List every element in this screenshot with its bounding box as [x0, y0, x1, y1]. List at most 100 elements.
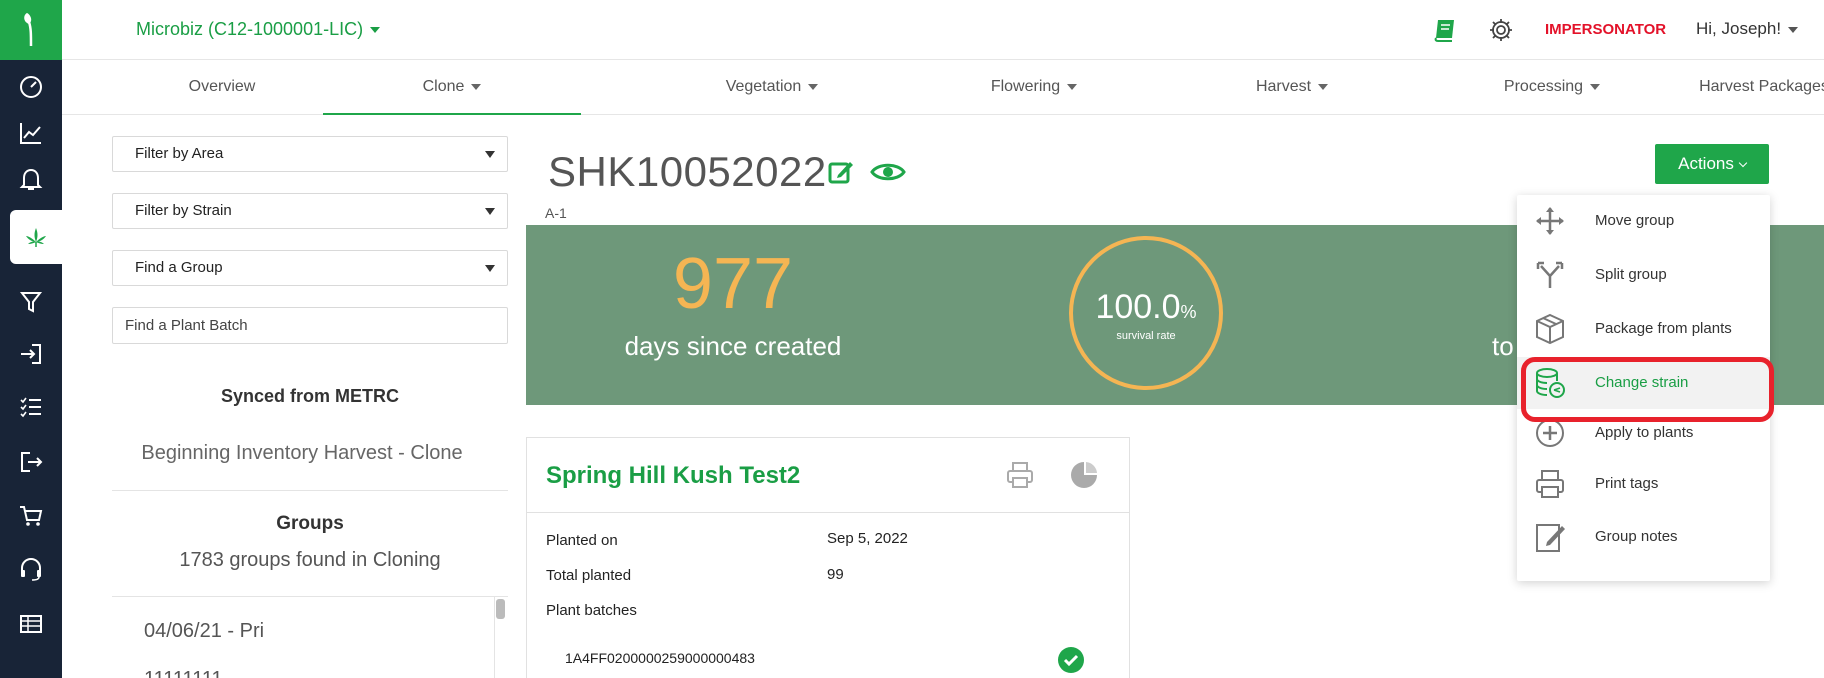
menu-item-package-from-plants[interactable]: Package from plants	[1517, 303, 1770, 355]
synced-title: Synced from METRC	[220, 386, 400, 406]
check-circle-icon	[1058, 647, 1084, 673]
tab-harvest[interactable]: Harvest	[1162, 60, 1422, 115]
tab-flowering[interactable]: Flowering	[904, 60, 1164, 115]
tab-processing[interactable]: Processing	[1422, 60, 1682, 115]
group-list: 04/06/21 - Pri 11111111	[112, 596, 508, 678]
gear-icon[interactable]	[1488, 17, 1514, 43]
user-menu[interactable]: Hi, Joseph!	[1696, 19, 1799, 39]
menu-item-label: Apply to plants	[1595, 424, 1694, 441]
notes-icon	[1536, 524, 1565, 552]
impersonator-badge: IMPERSONATOR	[1545, 21, 1667, 38]
top-bar: Microbiz (C12-1000001-LIC) IMPERSONATOR …	[62, 0, 1824, 60]
tab-label: Harvest	[1255, 78, 1312, 95]
rail-notifications[interactable]	[0, 152, 62, 206]
funnel-icon	[19, 292, 43, 313]
eye-icon[interactable]	[870, 160, 906, 184]
filter-strain-label: Filter by Strain	[135, 202, 232, 219]
app-root: Microbiz (C12-1000001-LIC) IMPERSONATOR …	[0, 0, 1824, 678]
tab-label: Overview	[188, 78, 256, 95]
bell-icon	[19, 168, 43, 190]
actions-label: Actions	[1678, 154, 1734, 173]
app-logo[interactable]	[0, 0, 62, 60]
filter-area-label: Filter by Area	[135, 145, 224, 162]
left-nav-rail	[0, 0, 62, 678]
list-item[interactable]: 04/06/21 - Pri	[144, 620, 264, 643]
rail-cultivation[interactable]	[10, 210, 62, 264]
chevron-down-icon	[1318, 83, 1329, 90]
menu-item-apply-to-plants[interactable]: Apply to plants	[1517, 407, 1770, 459]
plant-batch-id[interactable]: 1A4FF0200000259000000483	[565, 650, 755, 666]
org-label: Microbiz (C12-1000001-LIC)	[136, 19, 364, 39]
rail-import[interactable]	[0, 327, 62, 381]
survival-rate-ring: 100.0% survival rate	[1069, 236, 1223, 390]
page-title: SHK10052022	[548, 148, 827, 195]
tab-clone[interactable]: Clone	[323, 60, 581, 115]
find-plant-batch-input[interactable]	[112, 307, 508, 344]
book-icon[interactable]	[1432, 17, 1458, 43]
planted-on-value: Sep 5, 2022	[827, 530, 908, 547]
dashboard-gauge-icon	[20, 76, 42, 98]
menu-item-label: Move group	[1595, 212, 1675, 229]
menu-item-label: Group notes	[1595, 528, 1678, 545]
days-since-created-label: days since created	[624, 331, 842, 361]
pie-chart-icon[interactable]	[1069, 460, 1099, 490]
groups-title: Groups	[276, 513, 344, 534]
change-strain-icon	[1536, 368, 1565, 398]
menu-item-group-notes[interactable]: Group notes	[1517, 511, 1770, 563]
rail-reports[interactable]	[0, 597, 62, 651]
chevron-down-icon	[808, 83, 819, 90]
survival-rate-value: 100.0%	[1073, 288, 1219, 327]
rail-export[interactable]	[0, 435, 62, 489]
rail-filter[interactable]	[0, 275, 62, 329]
tab-label: Harvest Packages	[1699, 78, 1824, 95]
strain-name[interactable]: Spring Hill Kush Test2	[546, 462, 800, 490]
sign-out-icon	[21, 452, 43, 472]
chevron-down-icon	[370, 27, 381, 34]
strain-card: Spring Hill Kush Test2 Planted on Sep 5,…	[526, 437, 1130, 678]
chevron-down-icon	[471, 83, 482, 90]
printer-icon[interactable]	[1005, 460, 1035, 490]
filter-strain-select[interactable]: Filter by Strain	[112, 193, 508, 229]
tab-harvest-packages[interactable]: Harvest Packages	[1684, 60, 1824, 115]
rail-tasks[interactable]	[0, 380, 62, 434]
tab-label: Flowering	[990, 78, 1061, 95]
chevron-down-icon	[1788, 26, 1799, 33]
org-selector[interactable]: Microbiz (C12-1000001-LIC)	[136, 19, 381, 40]
cart-icon	[20, 506, 43, 526]
survival-unit: %	[1180, 302, 1197, 322]
menu-item-move-group[interactable]: Move group	[1517, 195, 1770, 247]
find-group-select[interactable]: Find a Group	[112, 250, 508, 286]
filter-area-select[interactable]: Filter by Area	[112, 136, 508, 172]
scrollbar-thumb[interactable]	[496, 599, 505, 619]
total-planted-value: 99	[827, 566, 844, 583]
menu-item-label: Split group	[1595, 266, 1667, 283]
plant-batches-label: Plant batches	[546, 602, 637, 619]
sign-in-icon	[21, 344, 41, 364]
tab-overview[interactable]: Overview	[122, 60, 322, 115]
chevron-down-icon	[1738, 158, 1748, 168]
printer-icon	[1536, 470, 1564, 498]
tab-vegetation[interactable]: Vegetation	[642, 60, 902, 115]
menu-item-change-strain[interactable]: Change strain	[1517, 357, 1770, 409]
actions-button[interactable]: Actions	[1655, 144, 1769, 184]
menu-item-split-group[interactable]: Split group	[1517, 249, 1770, 301]
survival-rate-label: survival rate	[1116, 330, 1176, 342]
rail-sales[interactable]	[0, 489, 62, 543]
plus-circle-icon	[1536, 419, 1564, 447]
days-since-created-value: 977	[672, 244, 794, 324]
group-area: A-1	[545, 205, 567, 221]
edit-icon[interactable]	[827, 158, 855, 186]
checklist-icon	[20, 397, 41, 418]
rail-support[interactable]	[0, 542, 62, 596]
list-item[interactable]: 11111111	[144, 668, 223, 678]
survival-number: 100.0	[1095, 288, 1181, 326]
dropdown-triangle-icon	[485, 208, 495, 215]
chevron-down-icon	[1067, 83, 1078, 90]
package-icon	[1536, 313, 1564, 345]
groups-count: 1783 groups found in Cloning	[179, 549, 441, 571]
strain-card-header: Spring Hill Kush Test2	[527, 438, 1129, 513]
tab-label: Vegetation	[725, 78, 802, 95]
user-greeting: Hi, Joseph!	[1696, 19, 1782, 38]
total-planted-label: Total planted	[546, 567, 632, 584]
menu-item-print-tags[interactable]: Print tags	[1517, 458, 1770, 510]
